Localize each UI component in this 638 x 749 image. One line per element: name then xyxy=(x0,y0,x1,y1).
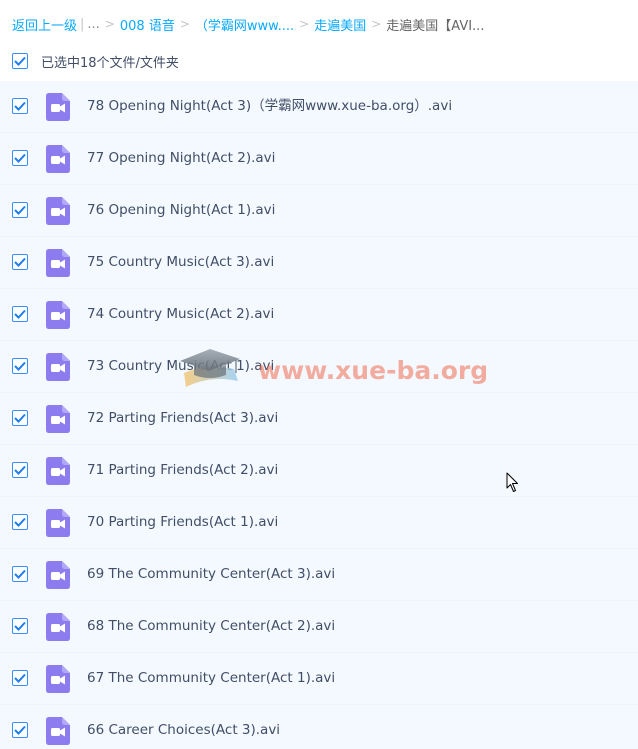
file-checkbox[interactable] xyxy=(12,150,28,166)
checkmark-icon xyxy=(14,725,26,735)
video-file-icon xyxy=(46,509,70,537)
file-row[interactable]: 66 Career Choices(Act 3).avi xyxy=(0,705,638,749)
file-row[interactable]: 76 Opening Night(Act 1).avi xyxy=(0,185,638,237)
checkmark-icon xyxy=(14,621,26,631)
back-link[interactable]: 返回上一级 xyxy=(12,15,77,34)
checkmark-icon xyxy=(14,309,26,319)
video-file-icon xyxy=(46,405,70,433)
video-file-icon xyxy=(46,93,70,121)
file-checkbox[interactable] xyxy=(12,98,28,114)
checkmark-icon xyxy=(14,101,26,111)
file-name[interactable]: 78 Opening Night(Act 3)（学霸网www.xue-ba.or… xyxy=(87,81,452,132)
file-row[interactable]: 73 Country Music(Act 1).avi xyxy=(0,341,638,393)
selection-count-label: 已选中18个文件/文件夹 xyxy=(41,55,179,71)
file-row[interactable]: 68 The Community Center(Act 2).avi xyxy=(0,601,638,653)
file-name[interactable]: 68 The Community Center(Act 2).avi xyxy=(87,601,335,652)
breadcrumb-current: 走遍美国【AVI... xyxy=(386,18,485,34)
file-name[interactable]: 66 Career Choices(Act 3).avi xyxy=(87,705,280,749)
video-file-icon xyxy=(46,613,70,641)
file-name[interactable]: 77 Opening Night(Act 2).avi xyxy=(87,133,275,184)
video-file-icon xyxy=(46,665,70,693)
checkmark-icon xyxy=(14,465,26,475)
checkmark-icon xyxy=(14,361,26,371)
file-checkbox[interactable] xyxy=(12,254,28,270)
checkmark-icon xyxy=(14,153,26,163)
video-file-icon xyxy=(46,353,70,381)
file-checkbox[interactable] xyxy=(12,722,28,738)
file-checkbox[interactable] xyxy=(12,514,28,530)
breadcrumb-item-xueba[interactable]: （学霸网www.... xyxy=(195,15,294,34)
checkmark-icon xyxy=(14,257,26,267)
file-checkbox[interactable] xyxy=(12,618,28,634)
file-name[interactable]: 76 Opening Night(Act 1).avi xyxy=(87,185,275,236)
file-row[interactable]: 75 Country Music(Act 3).avi xyxy=(0,237,638,289)
video-file-icon xyxy=(46,717,70,745)
select-all-checkbox[interactable] xyxy=(12,53,28,69)
file-checkbox[interactable] xyxy=(12,670,28,686)
file-row[interactable]: 71 Parting Friends(Act 2).avi xyxy=(0,445,638,497)
file-checkbox[interactable] xyxy=(12,202,28,218)
select-all-bar: 已选中18个文件/文件夹 xyxy=(12,51,179,71)
breadcrumb-item-voice[interactable]: 008 语音 xyxy=(120,15,175,34)
file-name[interactable]: 73 Country Music(Act 1).avi xyxy=(87,341,274,392)
file-checkbox[interactable] xyxy=(12,462,28,478)
video-file-icon xyxy=(46,301,70,329)
breadcrumb-ellipsis[interactable]: ... xyxy=(87,17,99,32)
breadcrumb-separator-icon: > xyxy=(179,17,190,31)
file-checkbox[interactable] xyxy=(12,566,28,582)
breadcrumb-separator-icon: > xyxy=(371,17,382,31)
file-row[interactable]: 70 Parting Friends(Act 1).avi xyxy=(0,497,638,549)
video-file-icon xyxy=(46,145,70,173)
checkmark-icon xyxy=(14,413,26,423)
checkmark-icon xyxy=(14,569,26,579)
file-name[interactable]: 72 Parting Friends(Act 3).avi xyxy=(87,393,278,444)
file-row[interactable]: 69 The Community Center(Act 3).avi xyxy=(0,549,638,601)
breadcrumb-separator-icon: > xyxy=(299,17,310,31)
file-row[interactable]: 72 Parting Friends(Act 3).avi xyxy=(0,393,638,445)
file-name[interactable]: 70 Parting Friends(Act 1).avi xyxy=(87,497,278,548)
file-checkbox[interactable] xyxy=(12,306,28,322)
video-file-icon xyxy=(46,457,70,485)
file-name[interactable]: 67 The Community Center(Act 1).avi xyxy=(87,653,335,704)
file-row[interactable]: 74 Country Music(Act 2).avi xyxy=(0,289,638,341)
file-name[interactable]: 74 Country Music(Act 2).avi xyxy=(87,289,274,340)
file-name[interactable]: 71 Parting Friends(Act 2).avi xyxy=(87,445,278,496)
breadcrumb-item-zoubian[interactable]: 走遍美国 xyxy=(314,15,366,34)
checkmark-icon xyxy=(14,56,26,66)
file-name[interactable]: 69 The Community Center(Act 3).avi xyxy=(87,549,335,600)
video-file-icon xyxy=(46,249,70,277)
checkmark-icon xyxy=(14,205,26,215)
file-row[interactable]: 78 Opening Night(Act 3)（学霸网www.xue-ba.or… xyxy=(0,81,638,133)
mouse-cursor-icon xyxy=(506,472,518,492)
breadcrumb-separator-icon: > xyxy=(104,17,115,31)
file-row[interactable]: 67 The Community Center(Act 1).avi xyxy=(0,653,638,705)
video-file-icon xyxy=(46,197,70,225)
file-name[interactable]: 75 Country Music(Act 3).avi xyxy=(87,237,274,288)
file-row[interactable]: 77 Opening Night(Act 2).avi xyxy=(0,133,638,185)
file-checkbox[interactable] xyxy=(12,358,28,374)
video-file-icon xyxy=(46,561,70,589)
breadcrumb-divider: | xyxy=(80,16,85,32)
file-checkbox[interactable] xyxy=(12,410,28,426)
file-list: 78 Opening Night(Act 3)（学霸网www.xue-ba.or… xyxy=(0,81,638,749)
breadcrumb: 返回上一级 | ... > 008 语音 > （学霸网www.... > 走遍美… xyxy=(12,14,484,34)
checkmark-icon xyxy=(14,673,26,683)
file-browser: 返回上一级 | ... > 008 语音 > （学霸网www.... > 走遍美… xyxy=(0,0,638,749)
checkmark-icon xyxy=(14,517,26,527)
